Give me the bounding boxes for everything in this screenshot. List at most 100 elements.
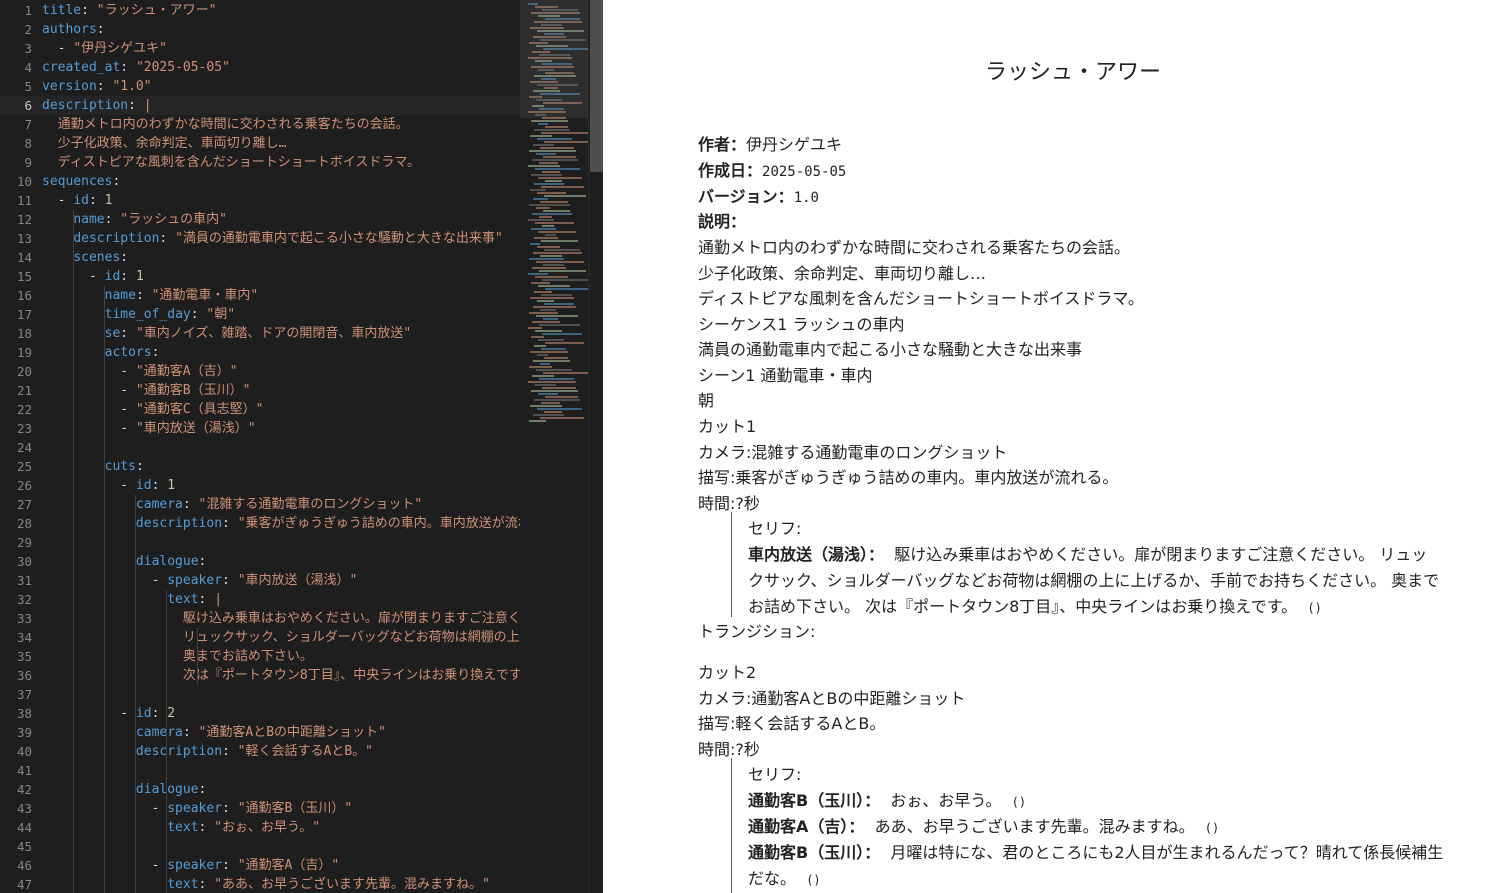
- code-text[interactable]: - id: 1: [42, 476, 175, 495]
- code-text[interactable]: camera: "混雑する通勤電車のロングショット": [42, 495, 422, 514]
- code-text[interactable]: description: "満員の通勤電車内で起こる小さな騒動と大きな出来事": [42, 229, 502, 248]
- code-text[interactable]: ディストピアな風刺を含んだショートショートボイスドラマ。: [42, 153, 420, 172]
- code-text[interactable]: 少子化政策、余命判定、車両切り離し…: [42, 134, 287, 153]
- code-line[interactable]: 39 camera: "通勤客AとBの中距離ショット": [0, 723, 520, 742]
- code-text[interactable]: cuts:: [42, 457, 144, 476]
- code-line[interactable]: 14 scenes:: [0, 248, 520, 267]
- code-line[interactable]: 47 text: "ああ、お早うございます先輩。混みますね。": [0, 875, 520, 893]
- code-line[interactable]: 38 - id: 2: [0, 704, 520, 723]
- code-text[interactable]: 駆け込み乗車はおやめください。扉が閉まりますご注意ください。: [42, 609, 520, 628]
- code-text[interactable]: - id: 1: [42, 267, 144, 286]
- yaml-editor[interactable]: 1 title: "ラッシュ・アワー" 2 authors: 3 - "伊丹シゲユキ" 4…: [0, 0, 603, 893]
- minimap[interactable]: [520, 0, 592, 893]
- code-line[interactable]: 33 駆け込み乗車はおやめください。扉が閉まりますご注意ください。: [0, 609, 520, 628]
- code-line[interactable]: 24: [0, 438, 520, 457]
- code-line[interactable]: 30 dialogue:: [0, 552, 520, 571]
- description-label: 説明：: [698, 208, 746, 232]
- sequence-description: 満員の通勤電車内で起こる小さな騒動と大きな出来事: [698, 340, 1083, 359]
- code-text[interactable]: time_of_day: "朝": [42, 305, 235, 324]
- code-text[interactable]: text: "ああ、お早うございます先輩。混みますね。": [42, 875, 490, 893]
- editor-scrollbar-thumb[interactable]: [590, 0, 603, 172]
- code-line[interactable]: 7 通勤メトロ内のわずかな時間に交わされる乗客たちの会話。: [0, 115, 520, 134]
- code-text[interactable]: - "伊丹シゲユキ": [42, 39, 167, 58]
- code-text[interactable]: title: "ラッシュ・アワー": [42, 1, 216, 20]
- code-line[interactable]: 44 text: "おぉ、お早う。": [0, 818, 520, 837]
- code-line[interactable]: 13 description: "満員の通勤電車内で起こる小さな騒動と大きな出来…: [0, 229, 520, 248]
- code-line[interactable]: 37: [0, 685, 520, 704]
- code-line[interactable]: 45: [0, 837, 520, 856]
- code-line[interactable]: 21 - "通勤客B（玉川）": [0, 381, 520, 400]
- minimap-line: [535, 168, 580, 170]
- code-line[interactable]: 20 - "通勤客A（吉）": [0, 362, 520, 381]
- minimap-slider[interactable]: [520, 0, 588, 118]
- code-line[interactable]: 15 - id: 1: [0, 267, 520, 286]
- code-text[interactable]: name: "ラッシュの車内": [42, 210, 227, 229]
- code-text[interactable]: - id: 1: [42, 191, 113, 210]
- code-line[interactable]: 23 - "車内放送（湯浅）": [0, 419, 520, 438]
- code-line[interactable]: 18 se: "車内ノイズ、雑踏、ドアの開閉音、車内放送": [0, 324, 520, 343]
- code-line[interactable]: 11 - id: 1: [0, 191, 520, 210]
- code-line[interactable]: 2 authors:: [0, 20, 520, 39]
- code-line[interactable]: 29: [0, 533, 520, 552]
- code-text[interactable]: text: |: [42, 590, 222, 609]
- code-text[interactable]: text: "おぉ、お早う。": [42, 818, 320, 837]
- code-text[interactable]: created_at: "2025-05-05": [42, 58, 230, 77]
- code-text[interactable]: 奥までお詰め下さい。: [42, 647, 313, 666]
- code-text[interactable]: - "車内放送（湯浅）": [42, 419, 255, 438]
- code-line[interactable]: 10 sequences:: [0, 172, 520, 191]
- code-line[interactable]: 22 - "通勤客C（具志堅）": [0, 400, 520, 419]
- code-token: 次は『ポートタウン8丁目』、中央ラインはお乗り換えです。: [42, 668, 520, 683]
- line-number: 4: [24, 60, 32, 75]
- code-line[interactable]: 16 name: "通勤電車・車内": [0, 286, 520, 305]
- code-text[interactable]: - speaker: "通勤客B（玉川）": [42, 799, 353, 818]
- code-text[interactable]: - id: 2: [42, 704, 175, 723]
- code-line[interactable]: 5 version: "1.0": [0, 77, 520, 96]
- code-text[interactable]: dialogue:: [42, 552, 206, 571]
- indent-guide: [104, 286, 105, 893]
- code-text[interactable]: 次は『ポートタウン8丁目』、中央ラインはお乗り換えです。: [42, 666, 520, 685]
- code-line[interactable]: 17 time_of_day: "朝": [0, 305, 520, 324]
- code-text[interactable]: - speaker: "通勤客A（吉）": [42, 856, 340, 875]
- code-line[interactable]: 4 created_at: "2025-05-05": [0, 58, 520, 77]
- code-text[interactable]: name: "通勤電車・車内": [42, 286, 259, 305]
- code-line[interactable]: 9 ディストピアな風刺を含んだショートショートボイスドラマ。: [0, 153, 520, 172]
- code-area[interactable]: 1 title: "ラッシュ・アワー" 2 authors: 3 - "伊丹シゲユキ" 4…: [0, 0, 520, 893]
- code-line[interactable]: 3 - "伊丹シゲユキ": [0, 39, 520, 58]
- editor-scrollbar[interactable]: [588, 0, 603, 893]
- code-text[interactable]: authors:: [42, 20, 105, 39]
- code-line[interactable]: 25 cuts:: [0, 457, 520, 476]
- code-line[interactable]: 12 name: "ラッシュの車内": [0, 210, 520, 229]
- code-text[interactable]: se: "車内ノイズ、雑踏、ドアの開閉音、車内放送": [42, 324, 412, 343]
- code-line[interactable]: 42 dialogue:: [0, 780, 520, 799]
- code-text[interactable]: scenes:: [42, 248, 128, 267]
- code-text[interactable]: - "通勤客C（具志堅）": [42, 400, 263, 419]
- code-line[interactable]: 8 少子化政策、余命判定、車両切り離し…: [0, 134, 520, 153]
- code-line[interactable]: 19 actors:: [0, 343, 520, 362]
- code-line[interactable]: 34 リュックサック、ショルダーバッグなどお荷物は網棚の上に上げるか、: [0, 628, 520, 647]
- code-text[interactable]: 通勤メトロ内のわずかな時間に交わされる乗客たちの会話。: [42, 115, 409, 134]
- code-line[interactable]: 6 description: |: [0, 96, 520, 115]
- code-text[interactable]: sequences:: [42, 172, 120, 191]
- code-line[interactable]: 35 奥までお詰め下さい。: [0, 647, 520, 666]
- code-line[interactable]: 40 description: "軽く会話するAとB。": [0, 742, 520, 761]
- code-text[interactable]: actors:: [42, 343, 160, 362]
- code-line[interactable]: 41: [0, 761, 520, 780]
- code-text[interactable]: description: "軽く会話するAとB。": [42, 742, 373, 761]
- code-text[interactable]: リュックサック、ショルダーバッグなどお荷物は網棚の上に上げるか、: [42, 628, 520, 647]
- code-line[interactable]: 43 - speaker: "通勤客B（玉川）": [0, 799, 520, 818]
- code-text[interactable]: description: |: [42, 96, 152, 115]
- code-line[interactable]: 26 - id: 1: [0, 476, 520, 495]
- code-line[interactable]: 32 text: |: [0, 590, 520, 609]
- code-line[interactable]: 28 description: "乗客がぎゅうぎゅう詰めの車内。車内放送が流れる…: [0, 514, 520, 533]
- code-text[interactable]: description: "乗客がぎゅうぎゅう詰めの車内。車内放送が流れる。": [42, 514, 520, 533]
- code-text[interactable]: - speaker: "車内放送（湯浅）": [42, 571, 358, 590]
- code-text[interactable]: camera: "通勤客AとBの中距離ショット": [42, 723, 386, 742]
- code-text[interactable]: dialogue:: [42, 780, 206, 799]
- code-line[interactable]: 27 camera: "混雑する通勤電車のロングショット": [0, 495, 520, 514]
- code-line[interactable]: 31 - speaker: "車内放送（湯浅）": [0, 571, 520, 590]
- code-text[interactable]: version: "1.0": [42, 77, 152, 96]
- code-line[interactable]: 36 次は『ポートタウン8丁目』、中央ラインはお乗り換えです。: [0, 666, 520, 685]
- code-line[interactable]: 1 title: "ラッシュ・アワー": [0, 1, 520, 20]
- code-line[interactable]: 46 - speaker: "通勤客A（吉）": [0, 856, 520, 875]
- code-text[interactable]: - "通勤客A（吉）": [42, 362, 237, 381]
